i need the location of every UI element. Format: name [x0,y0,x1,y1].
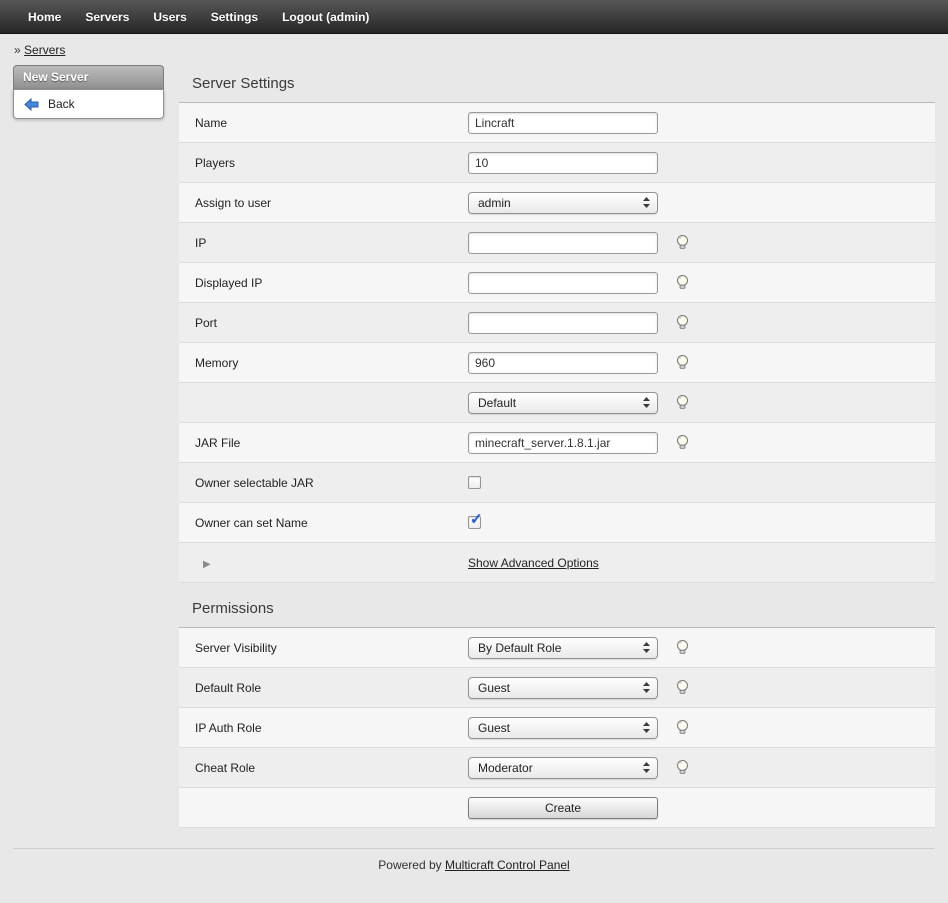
form-row-create: Create [179,788,935,828]
jar-file-input[interactable] [468,432,658,454]
show-advanced-options-link[interactable]: Show Advanced Options [468,556,599,570]
port-hint-bulb-icon[interactable] [674,314,691,331]
form-row-port: Port [179,303,935,343]
checkmark-icon: ✓ [470,510,483,528]
breadcrumb-servers-link[interactable]: Servers [24,43,65,57]
section-title-permissions: Permissions [179,600,935,628]
ip-auth-role-select[interactable]: Guest [468,717,658,739]
owner-can-set-name-checkbox[interactable]: ✓ [468,516,481,529]
form-row-ip: IP [179,223,935,263]
sidebar-back-label: Back [48,97,75,111]
cheat-role-value: Moderator [478,761,533,775]
assign-to-user-select[interactable]: admin [468,192,658,214]
disclosure-triangle-icon: ▶ [195,559,211,570]
server-visibility-hint-bulb-icon[interactable] [674,639,691,656]
sidebar-body: Back [13,89,164,119]
nav-servers[interactable]: Servers [73,1,141,33]
server-visibility-label: Server Visibility [195,641,468,655]
nav-settings[interactable]: Settings [199,1,270,33]
ip-label: IP [195,236,468,250]
form-row-server-visibility: Server Visibility By Default Role [179,628,935,668]
select-stepper-icon [642,396,651,409]
form-row-owner-can-set-name: Owner can set Name ✓ [179,503,935,543]
jar-file-label: JAR File [195,436,468,450]
memory-input[interactable] [468,352,658,374]
form-row-default-role: Default Role Guest [179,668,935,708]
sidebar-back-button[interactable]: Back [14,94,163,114]
displayed-ip-label: Displayed IP [195,276,468,290]
select-stepper-icon [642,641,651,654]
ip-auth-role-label: IP Auth Role [195,721,468,735]
displayed-ip-input[interactable] [468,272,658,294]
form-row-displayed-ip: Displayed IP [179,263,935,303]
nav-users[interactable]: Users [141,1,198,33]
default-role-select[interactable]: Guest [468,677,658,699]
advanced-disclosure[interactable]: ▶ [195,556,468,570]
players-label: Players [195,156,468,170]
sidebar: New Server Back [13,65,164,119]
cheat-role-hint-bulb-icon[interactable] [674,759,691,776]
form-row-assign-to-user: Assign to user admin [179,183,935,223]
multicraft-control-panel-link[interactable]: Multicraft Control Panel [445,858,570,872]
ip-auth-role-hint-bulb-icon[interactable] [674,719,691,736]
default-role-label: Default Role [195,681,468,695]
select-stepper-icon [642,761,651,774]
name-label: Name [195,116,468,130]
port-label: Port [195,316,468,330]
select-stepper-icon [642,196,651,209]
breadcrumb: » Servers [0,34,948,63]
owner-selectable-jar-checkbox[interactable]: ✓ [468,476,481,489]
form-row-ip-auth-role: IP Auth Role Guest [179,708,935,748]
server-visibility-select[interactable]: By Default Role [468,637,658,659]
port-input[interactable] [468,312,658,334]
players-input[interactable] [468,152,658,174]
footer: Powered by Multicraft Control Panel [13,848,935,872]
select-stepper-icon [642,721,651,734]
form-row-cheat-role: Cheat Role Moderator [179,748,935,788]
form-row-name: Name [179,103,935,143]
assign-to-user-label: Assign to user [195,196,468,210]
nav-home[interactable]: Home [16,1,73,33]
cheat-role-select[interactable]: Moderator [468,757,658,779]
top-nav: Home Servers Users Settings Logout (admi… [0,0,948,34]
memory-label: Memory [195,356,468,370]
ip-auth-role-value: Guest [478,721,510,735]
server-settings-form: Name Players Assign to user admin [179,103,935,583]
nav-logout[interactable]: Logout (admin) [270,1,381,33]
section-title-server-settings: Server Settings [179,75,935,103]
server-visibility-value: By Default Role [478,641,561,655]
sidebar-title: New Server [13,65,164,89]
form-row-owner-selectable-jar: Owner selectable JAR ✓ [179,463,935,503]
ip-input[interactable] [468,232,658,254]
form-row-players: Players [179,143,935,183]
form-row-jar-file: JAR File [179,423,935,463]
owner-selectable-jar-label: Owner selectable JAR [195,476,468,490]
jar-file-hint-bulb-icon[interactable] [674,434,691,451]
cheat-role-label: Cheat Role [195,761,468,775]
memory-preset-value: Default [478,396,516,410]
assign-to-user-value: admin [478,196,511,210]
ip-hint-bulb-icon[interactable] [674,234,691,251]
form-row-memory: Memory [179,343,935,383]
create-button[interactable]: Create [468,797,658,819]
select-stepper-icon [642,681,651,694]
powered-by-text: Powered by [378,858,445,872]
main-content: Server Settings Name Players Assign to u… [179,63,935,828]
memory-hint-bulb-icon[interactable] [674,354,691,371]
form-row-memory-preset: Default [179,383,935,423]
displayed-ip-hint-bulb-icon[interactable] [674,274,691,291]
breadcrumb-prefix: » [14,43,21,57]
permissions-form: Server Visibility By Default Role Defaul… [179,628,935,828]
form-row-advanced-options: ▶ Show Advanced Options [179,543,935,583]
back-arrow-icon [24,98,39,111]
memory-preset-hint-bulb-icon[interactable] [674,394,691,411]
name-input[interactable] [468,112,658,134]
default-role-hint-bulb-icon[interactable] [674,679,691,696]
owner-can-set-name-label: Owner can set Name [195,516,468,530]
default-role-value: Guest [478,681,510,695]
memory-preset-select[interactable]: Default [468,392,658,414]
